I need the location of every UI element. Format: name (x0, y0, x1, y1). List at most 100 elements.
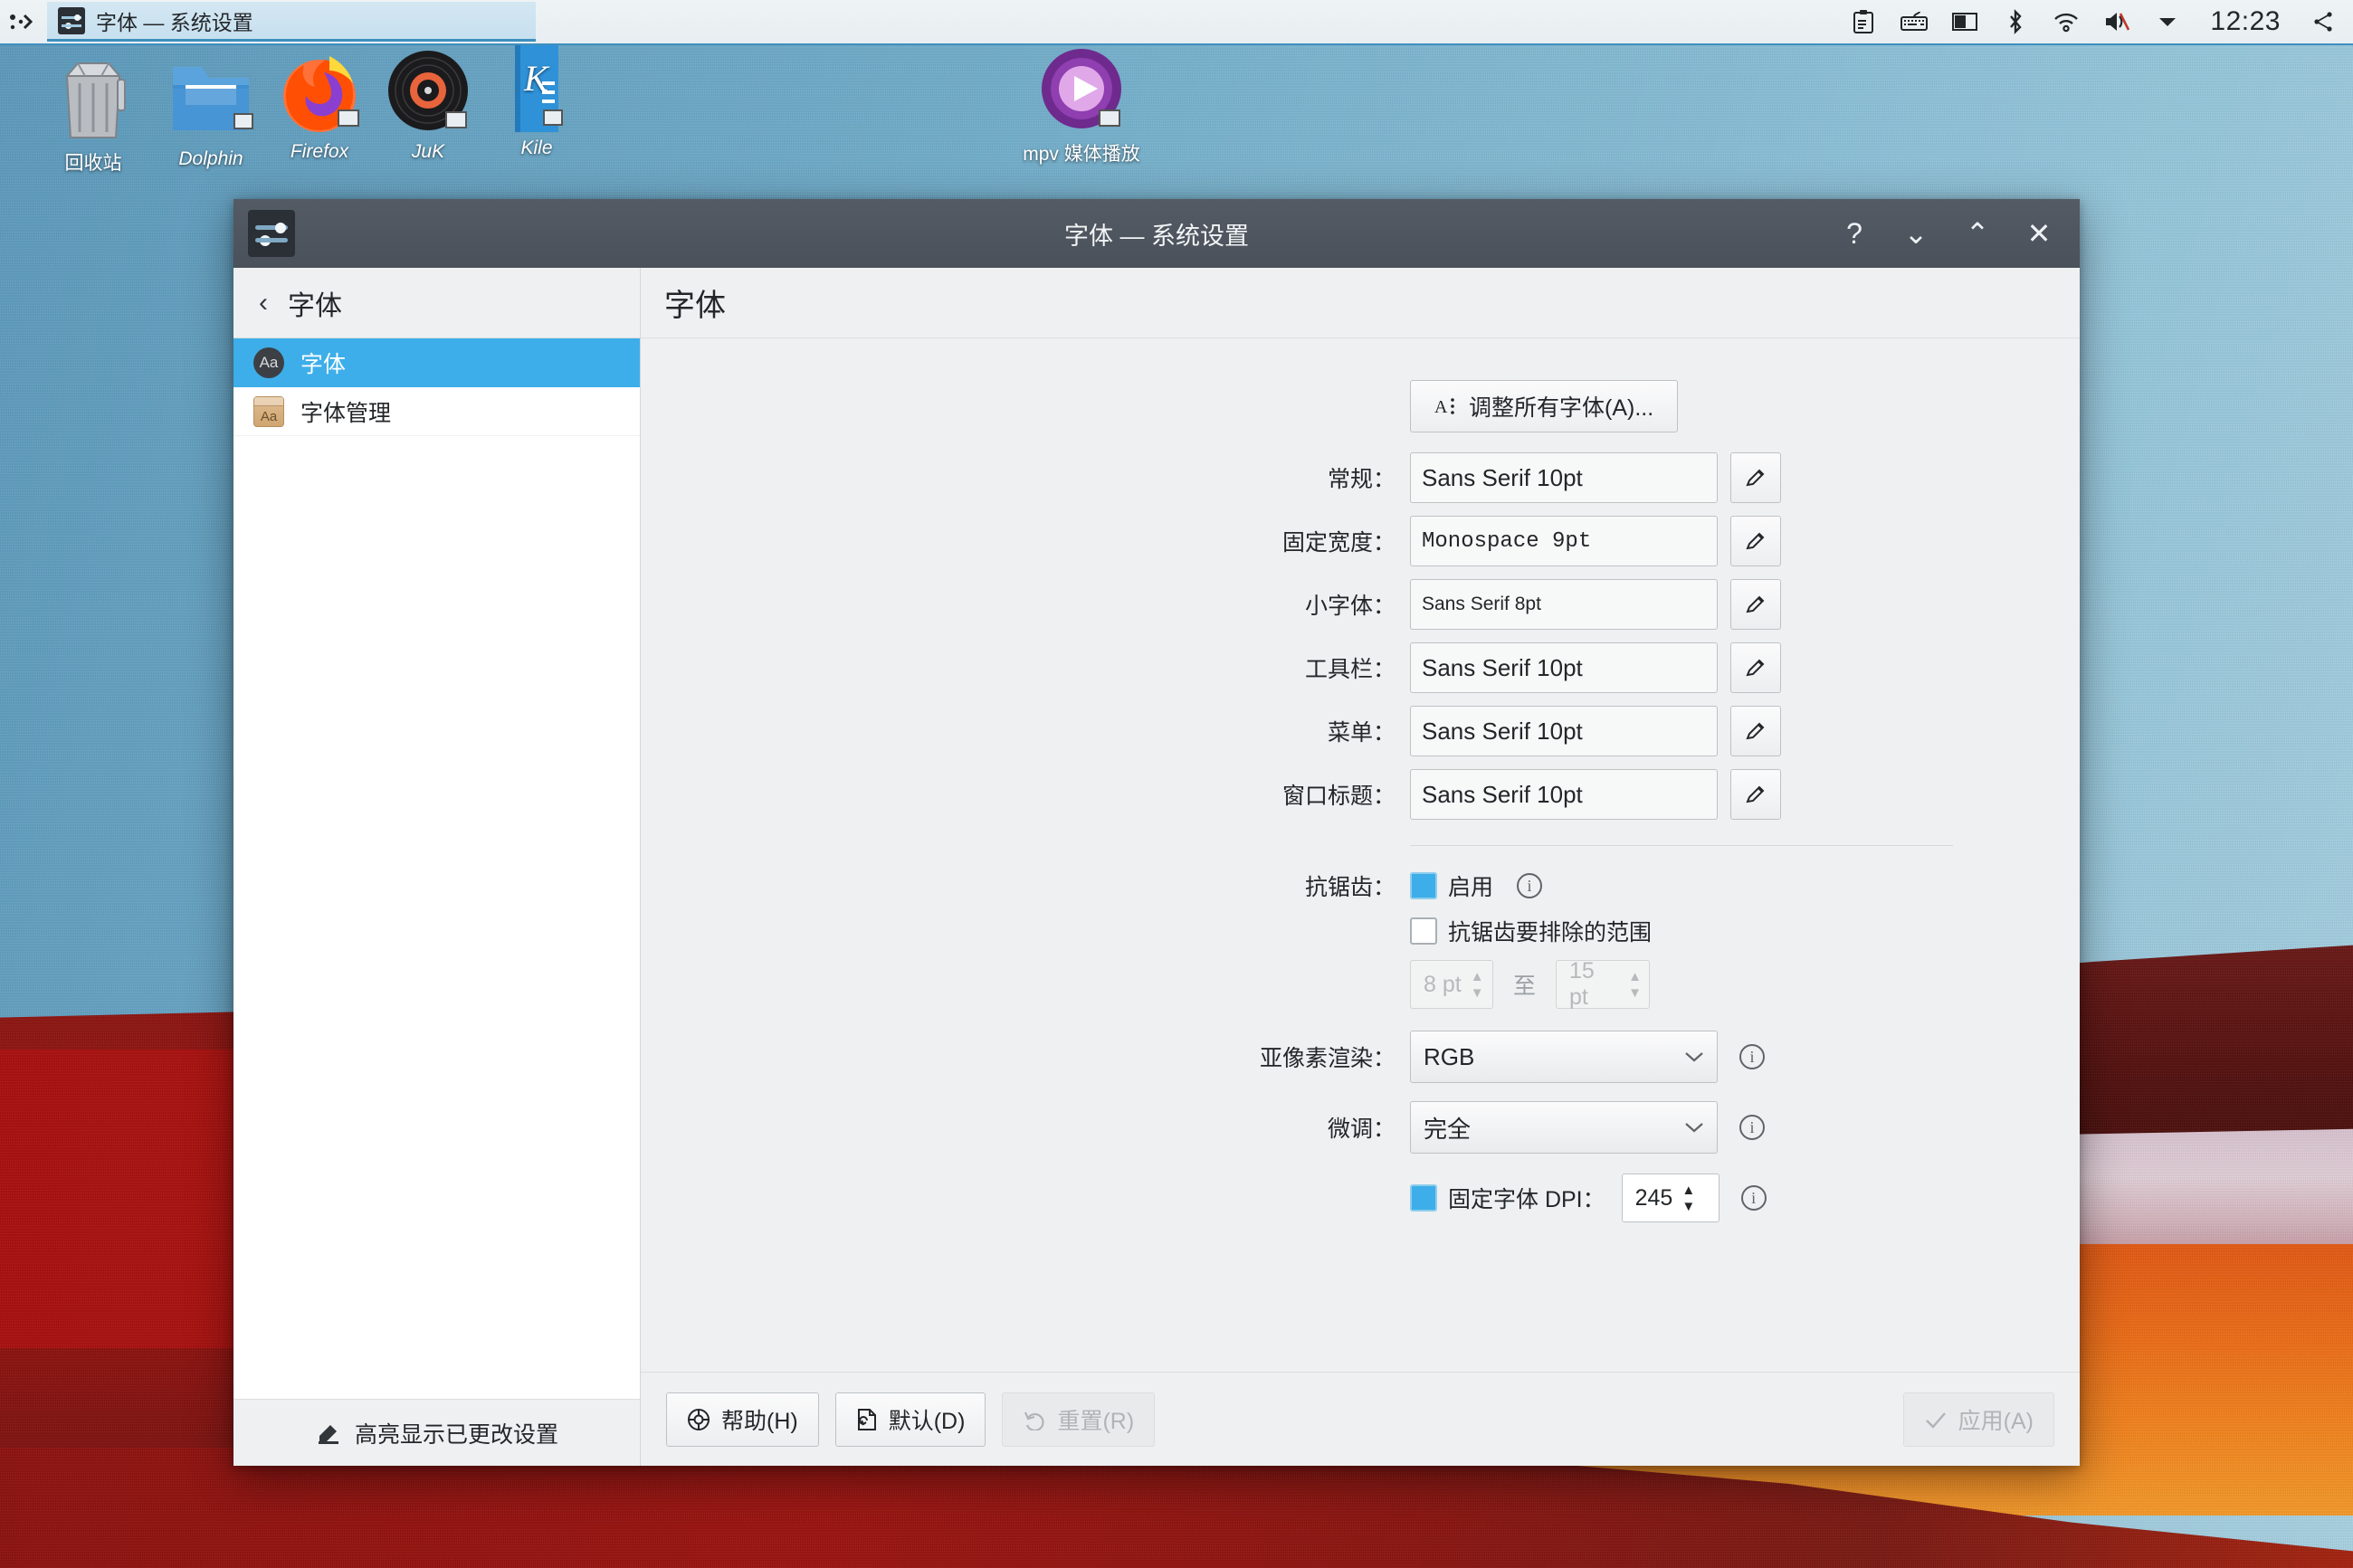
application-launcher-button[interactable] (0, 10, 42, 33)
info-icon[interactable]: i (1739, 1044, 1765, 1069)
page-header: 字体 (641, 268, 2080, 338)
dialog-button-bar: 帮助(H) 默认(D) 重置(R) 应用(A) (641, 1372, 2080, 1466)
taskbar-entry-label: 字体 — 系统设置 (96, 10, 253, 34)
desktop-icon-mpv[interactable]: mpv 媒体播放 (986, 43, 1176, 166)
section-divider (1410, 845, 1953, 846)
font-row-menu: 菜单： Sans Serif 10pt (641, 706, 2080, 756)
undo-icon (1023, 1409, 1046, 1430)
bluetooth-icon[interactable] (2002, 8, 2029, 35)
antialias-range-from-spinbox[interactable]: 8 pt ▲ ▼ (1410, 960, 1493, 1009)
toolbar-font-input[interactable]: Sans Serif 10pt (1410, 642, 1718, 693)
general-font-input[interactable]: Sans Serif 10pt (1410, 452, 1718, 503)
display-brightness-icon[interactable] (1951, 8, 1978, 35)
pencil-icon[interactable] (1730, 579, 1781, 630)
system-settings-window: 字体 — 系统设置 ? ⌄ ⌃ ✕ ‹ 字体 Aa 字体 Aa 字体管理 高亮显… (233, 199, 2080, 1466)
antialias-range-to-spinbox[interactable]: 15 pt ▲ ▼ (1556, 958, 1651, 1010)
show-desktop-icon[interactable] (2310, 8, 2337, 35)
sidebar-item-label: 字体 (300, 351, 347, 377)
info-icon[interactable]: i (1517, 873, 1543, 898)
chevron-down-icon (1684, 1050, 1704, 1063)
fixed-width-font-input[interactable]: Monospace 9pt (1410, 516, 1718, 566)
desktop-icon-label: Kile (520, 138, 553, 158)
pencil-icon[interactable] (1730, 642, 1781, 693)
defaults-button[interactable]: 默认(D) (834, 1392, 986, 1447)
sidebar: ‹ 字体 Aa 字体 Aa 字体管理 高亮显示已更改设置 (233, 268, 641, 1466)
info-icon[interactable]: i (1740, 1185, 1767, 1211)
page-title: 字体 (664, 289, 726, 323)
trash-icon (25, 52, 161, 143)
pencil-icon[interactable] (1730, 769, 1781, 820)
small-font-input[interactable]: Sans Serif 8pt (1410, 579, 1718, 630)
maximize-button[interactable]: ⌃ (1962, 219, 1993, 248)
window-titlebar[interactable]: 字体 — 系统设置 ? ⌄ ⌃ ✕ (233, 199, 2080, 268)
font-row-toolbar: 工具栏： Sans Serif 10pt (641, 642, 2080, 693)
adjust-all-fonts-label: 调整所有字体(A)... (1469, 395, 1654, 421)
highlighter-icon (315, 1421, 342, 1445)
chevron-left-icon[interactable]: ‹ (253, 288, 273, 318)
adjust-all-fonts-row: A 调整所有字体(A)... (641, 380, 2080, 432)
window-title-font-input[interactable]: Sans Serif 10pt (1410, 769, 1718, 820)
antialias-range-row: 8 pt ▲ ▼ 至 15 pt ▲ ▼ (641, 958, 2080, 1010)
subpixel-value: RGB (1424, 1042, 1475, 1070)
spinner-arrows-icon: ▲ ▼ (1681, 1182, 1696, 1214)
antialias-enable-checkbox[interactable] (1410, 872, 1437, 899)
antialias-enable-label: 启用 (1448, 875, 1494, 900)
spinner-arrows-icon: ▲ ▼ (1470, 968, 1484, 1001)
force-dpi-checkbox[interactable] (1410, 1184, 1437, 1212)
kile-icon: K (469, 42, 605, 132)
antialias-range-from-value: 8 pt (1424, 971, 1462, 997)
panel-clock[interactable]: 12:23 (2205, 6, 2286, 37)
font-row-fixed-width: 固定宽度： Monospace 9pt (641, 516, 2080, 566)
pencil-icon[interactable] (1730, 706, 1781, 756)
help-button[interactable]: 帮助(H) (666, 1392, 819, 1447)
font-row-label: 窗口标题： (1281, 784, 1396, 809)
desktop-icon-kile[interactable]: K Kile (469, 42, 605, 159)
pencil-icon[interactable] (1730, 516, 1781, 566)
sidebar-item-fonts[interactable]: Aa 字体 (233, 338, 640, 387)
antialias-exclude-checkbox[interactable] (1410, 917, 1437, 945)
font-row-label: 固定宽度： (1281, 530, 1396, 556)
kde-dots-icon (9, 10, 33, 33)
desktop-icon-label: mpv 媒体播放 (1023, 144, 1140, 165)
minimize-button[interactable]: ⌄ (1900, 219, 1931, 248)
info-icon[interactable]: i (1739, 1115, 1765, 1140)
apply-button[interactable]: 应用(A) (1902, 1392, 2054, 1447)
keyboard-layout-icon[interactable] (1900, 8, 1929, 35)
spinner-arrows-icon: ▲ ▼ (1628, 968, 1643, 1001)
sidebar-header-label: 字体 (288, 290, 342, 321)
force-dpi-value: 245 (1634, 1184, 1673, 1211)
wifi-icon[interactable] (2053, 8, 2080, 35)
menu-font-input[interactable]: Sans Serif 10pt (1410, 706, 1718, 756)
desktop-icon-trash[interactable]: 回收站 (25, 52, 161, 176)
font-row-general: 常规： Sans Serif 10pt (641, 452, 2080, 503)
volume-muted-icon[interactable] (2103, 8, 2130, 35)
chevron-down-icon[interactable] (2154, 8, 2181, 35)
fonts-form: A 调整所有字体(A)... 常规： Sans Serif 10pt 固定宽度：… (641, 338, 2080, 1372)
hinting-row: 微调： 完全 i (641, 1101, 2080, 1154)
subpixel-row: 亚像素渲染： RGB i (641, 1031, 2080, 1083)
highlight-changed-settings-button[interactable]: 高亮显示已更改设置 (233, 1399, 640, 1466)
force-dpi-spinbox[interactable]: 245 ▲ ▼ (1621, 1174, 1720, 1222)
desktop-panel: 字体 — 系统设置 12:23 (0, 0, 2353, 45)
hinting-dropdown[interactable]: 完全 (1410, 1101, 1718, 1154)
system-settings-icon (58, 6, 85, 34)
sidebar-item-font-management[interactable]: Aa 字体管理 (233, 387, 640, 436)
window-title: 字体 — 系统设置 (1063, 222, 1249, 250)
chevron-down-icon (1684, 1121, 1704, 1134)
subpixel-label: 亚像素渲染： (1259, 1046, 1396, 1071)
pencil-icon[interactable] (1730, 452, 1781, 503)
taskbar-entry-system-settings[interactable]: 字体 — 系统设置 (47, 2, 536, 42)
document-revert-icon (856, 1408, 878, 1431)
system-tray: 12:23 (1850, 6, 2353, 37)
font-row-label: 小字体： (1304, 594, 1396, 619)
reset-button[interactable]: 重置(R) (1002, 1392, 1156, 1447)
adjust-all-fonts-button[interactable]: A 调整所有字体(A)... (1410, 380, 1679, 432)
help-button[interactable]: ? (1839, 219, 1870, 248)
antialias-range-separator: 至 (1513, 974, 1537, 999)
clipboard-icon[interactable] (1850, 8, 1877, 35)
sidebar-list: Aa 字体 Aa 字体管理 (233, 338, 640, 1399)
subpixel-dropdown[interactable]: RGB (1410, 1031, 1718, 1083)
window-controls: ? ⌄ ⌃ ✕ (1839, 219, 2080, 248)
font-size-icon: A (1434, 394, 1458, 418)
close-button[interactable]: ✕ (2024, 219, 2054, 248)
